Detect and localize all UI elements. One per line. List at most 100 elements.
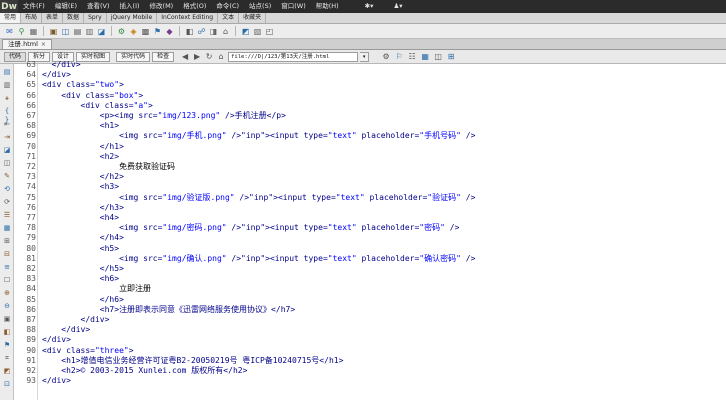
code-line[interactable]: <h7>注册即表示同意《迅雷网络服务使用协议》</h7> xyxy=(42,305,295,315)
code-line[interactable]: </div> xyxy=(42,60,81,70)
code-line[interactable]: </h1> xyxy=(42,142,124,152)
insert-tab[interactable]: InContext Editing xyxy=(157,13,219,23)
toolbar-icon[interactable]: ▤ xyxy=(72,26,83,37)
toolbar-icon[interactable]: ◩ xyxy=(240,26,251,37)
view-tool-icon[interactable]: ☷ xyxy=(407,52,417,62)
menu-item[interactable]: 命令(C) xyxy=(211,0,244,13)
coding-tool-icon[interactable]: ▥ xyxy=(2,81,12,90)
menu-item[interactable]: 窗口(W) xyxy=(276,0,311,13)
coding-tool-icon[interactable]: ⟲ xyxy=(2,185,12,194)
coding-tool-icon[interactable]: ⌗ xyxy=(2,354,12,363)
code-line[interactable]: </h4> xyxy=(42,233,124,243)
coding-tool-icon[interactable]: ✎ xyxy=(2,172,12,181)
chevron-down-icon[interactable]: ▾ xyxy=(360,51,370,62)
live-view-button[interactable]: 实时视图 xyxy=(76,51,111,62)
code-line[interactable]: <h5> xyxy=(42,244,119,254)
code-line[interactable]: <div class="three"> xyxy=(42,346,134,356)
user-icon[interactable]: ♟▾ xyxy=(388,0,407,13)
code-line[interactable]: <img src="img/手机.png" />"inp"><input typ… xyxy=(42,131,475,141)
coding-tool-icon[interactable]: ▤ xyxy=(2,68,12,77)
menu-item[interactable]: 文件(F) xyxy=(18,0,50,13)
coding-tool-icon[interactable]: ⊖ xyxy=(2,302,12,311)
code-line[interactable]: 立即注册 xyxy=(42,284,151,294)
coding-tool-icon[interactable]: ⇥ xyxy=(2,133,12,142)
coding-tool-icon[interactable]: ⟳ xyxy=(2,198,12,207)
toolbar-icon[interactable]: ▩ xyxy=(140,26,151,37)
toolbar-icon[interactable]: ✉ xyxy=(4,26,15,37)
coding-tool-icon[interactable]: ◪ xyxy=(2,146,12,155)
toolbar-icon[interactable]: ▣ xyxy=(48,26,59,37)
menu-item[interactable]: 查看(V) xyxy=(82,0,115,13)
toolbar-icon[interactable]: ◨ xyxy=(208,26,219,37)
coding-tool-icon[interactable]: ⊕ xyxy=(2,289,12,298)
forward-icon[interactable]: ▶ xyxy=(192,52,202,62)
insert-tab[interactable]: 收藏夹 xyxy=(239,13,267,23)
coding-tool-icon[interactable]: ≡ xyxy=(2,263,12,272)
toolbar-icon[interactable]: ▦ xyxy=(28,26,39,37)
code-line[interactable]: <div class="box"> xyxy=(42,91,143,101)
insert-tab[interactable]: 文本 xyxy=(218,13,240,23)
code-line[interactable]: <img src="img/密码.png" />"inp"><input typ… xyxy=(42,223,459,233)
code-line[interactable]: </h3> xyxy=(42,203,124,213)
toolbar-icon[interactable]: ▥ xyxy=(84,26,95,37)
menu-item[interactable]: 编辑(E) xyxy=(50,0,82,13)
code-line[interactable]: </div> xyxy=(42,70,71,80)
toolbar-icon[interactable]: ◰ xyxy=(264,26,275,37)
code-line[interactable]: </div> xyxy=(42,376,71,386)
coding-tool-icon[interactable]: { } xyxy=(2,107,12,124)
back-icon[interactable]: ◀ xyxy=(180,52,190,62)
code-line[interactable]: <p><img src="img/123.png" />手机注册</p> xyxy=(42,111,286,121)
toolbar-icon[interactable]: ◫ xyxy=(60,26,71,37)
code-line[interactable]: <h3> xyxy=(42,182,119,192)
gear-icon[interactable]: ✱▾ xyxy=(360,0,379,13)
view-tool-icon[interactable]: ▦ xyxy=(420,52,430,62)
toolbar-icon[interactable]: ◈ xyxy=(128,26,139,37)
menu-item[interactable]: 修改(M) xyxy=(145,0,179,13)
coding-tool-icon[interactable]: ▣ xyxy=(2,315,12,324)
view-tool-icon[interactable]: ⚙ xyxy=(381,52,391,62)
code-line[interactable]: <h2> xyxy=(42,152,119,162)
coding-tool-icon[interactable]: ⇤ xyxy=(2,120,12,129)
insert-tab[interactable]: jQuery Mobile xyxy=(107,13,158,23)
toolbar-icon[interactable]: ▧ xyxy=(252,26,263,37)
insert-tab[interactable]: 布局 xyxy=(21,13,43,23)
code-line[interactable]: <h6> xyxy=(42,274,119,284)
code-line[interactable]: </div> xyxy=(42,325,90,335)
view-tool-icon[interactable]: ◫ xyxy=(433,52,443,62)
code-line[interactable]: <img src="img/确认.png" />"inp"><input typ… xyxy=(42,254,475,264)
insert-tab[interactable]: Spry xyxy=(84,13,107,23)
insert-tab[interactable]: 常用 xyxy=(0,13,22,23)
code-line[interactable]: </h5> xyxy=(42,264,124,274)
coding-tool-icon[interactable]: ◧ xyxy=(2,328,12,337)
coding-tool-icon[interactable]: ☰ xyxy=(2,211,12,220)
menu-item[interactable]: 站点(S) xyxy=(244,0,276,13)
coding-tool-icon[interactable]: ⚑ xyxy=(2,341,12,350)
insert-tab[interactable]: 表单 xyxy=(42,13,64,23)
coding-tool-icon[interactable]: ☐ xyxy=(2,276,12,285)
toolbar-icon[interactable]: ⚙ xyxy=(116,26,127,37)
code-line[interactable]: <h1> xyxy=(42,121,119,131)
coding-tool-icon[interactable]: ◩ xyxy=(2,367,12,376)
code-line[interactable]: <h2>© 2003-2015 Xunlei.com 版权所有</h2> xyxy=(42,366,247,376)
code-line[interactable]: </h6> xyxy=(42,295,124,305)
toolbar-icon[interactable]: ⚲ xyxy=(16,26,27,37)
toolbar-icon[interactable]: ☍ xyxy=(196,26,207,37)
code-line[interactable]: <h1>增值电信业务经营许可证粤B2-20050219号 粤ICP备102407… xyxy=(42,356,343,366)
code-line[interactable]: </h2> xyxy=(42,172,124,182)
refresh-icon[interactable]: ↻ xyxy=(204,52,214,62)
menu-item[interactable]: 帮助(H) xyxy=(311,0,344,13)
toolbar-icon[interactable]: ◪ xyxy=(96,26,107,37)
toolbar-icon[interactable]: ⚑ xyxy=(152,26,163,37)
code-line[interactable]: <div class="two"> xyxy=(42,80,124,90)
view-tool-icon[interactable]: ⊞ xyxy=(446,52,456,62)
coding-tool-icon[interactable]: ◫ xyxy=(2,159,12,168)
coding-tool-icon[interactable]: ⊞ xyxy=(2,237,12,246)
code-line[interactable]: 免费获取验证码 xyxy=(42,162,175,172)
toolbar-icon[interactable]: ◧ xyxy=(184,26,195,37)
toolbar-icon[interactable]: ◆ xyxy=(164,26,175,37)
toolbar-icon[interactable]: ⌂ xyxy=(220,26,231,37)
code-line[interactable]: </div> xyxy=(42,335,71,345)
home-icon[interactable]: ⌂ xyxy=(216,52,226,62)
code-line[interactable]: </div> xyxy=(42,315,110,325)
code-line[interactable]: <img src="img/验证版.png" />"inp"><input ty… xyxy=(42,193,475,203)
